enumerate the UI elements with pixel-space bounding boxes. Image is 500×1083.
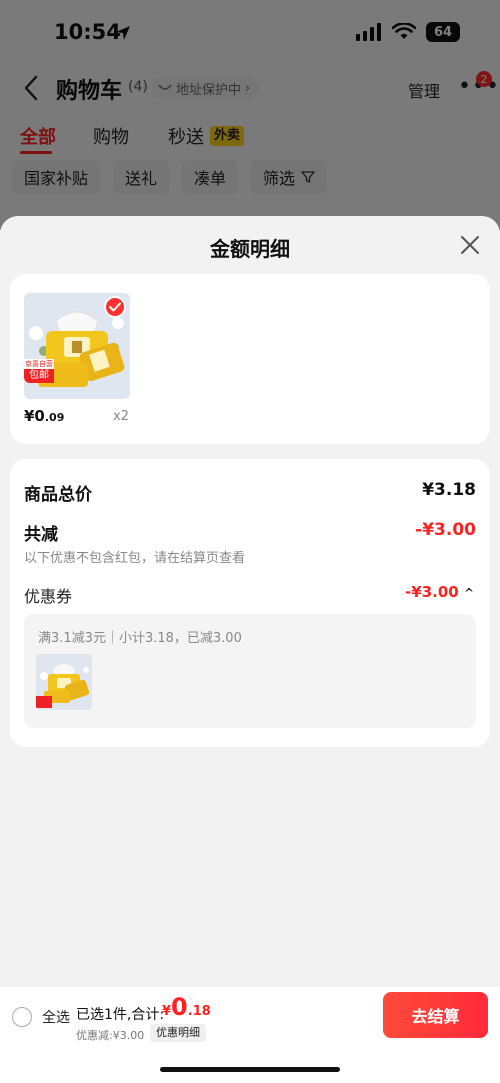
- home-indicator: [160, 1067, 340, 1072]
- discount-detail-button[interactable]: 优惠明细: [150, 1024, 206, 1042]
- goods-price-int: ¥0: [24, 407, 45, 425]
- goods-price: ¥0.09: [24, 407, 64, 425]
- goods-card: 京喜自营 包邮 ¥0.09 x2: [10, 274, 490, 444]
- total-price-value: ¥3.18: [422, 480, 476, 500]
- summary-card: 商品总价 ¥3.18 共减 -¥3.00 以下优惠不包含红包，请在结算页查看 优…: [10, 459, 490, 747]
- selected-check-icon[interactable]: [104, 296, 126, 318]
- total-price-label: 商品总价: [24, 485, 92, 505]
- coupon-value: -¥3.00: [405, 583, 459, 601]
- coupon-product-thumbnail: [36, 654, 92, 710]
- coupon-description: 满3.1减3元｜小计3.18，已减3.00: [38, 631, 242, 646]
- selected-summary: 已选1件,合计:: [76, 1007, 165, 1023]
- free-tag-bottom-label: 包邮: [29, 370, 49, 381]
- modal-overlay[interactable]: [0, 0, 500, 230]
- free-tag-top-label: 京喜自营: [24, 359, 54, 369]
- reduce-note: 以下优惠不包含红包，请在结算页查看: [24, 551, 246, 566]
- total-dec: .18: [187, 1004, 211, 1019]
- goods-price-dec: .09: [44, 411, 65, 424]
- select-all-label[interactable]: 全选: [42, 1007, 70, 1027]
- checkout-button[interactable]: 去结算: [383, 992, 488, 1038]
- goods-quantity: x2: [113, 409, 129, 424]
- thumb-free-tag: [36, 696, 52, 708]
- chevron-up-icon: ^: [463, 586, 474, 600]
- total-int: 0: [171, 993, 188, 1021]
- discount-summary: 优惠减:¥3.00: [76, 1029, 145, 1042]
- coupon-detail-box: 满3.1减3元｜小计3.18，已减3.00: [24, 614, 476, 728]
- total-currency: ¥: [162, 1004, 172, 1019]
- coupon-toggle[interactable]: -¥3.00 ^: [405, 583, 474, 601]
- sheet-title: 金额明细: [210, 237, 290, 261]
- price-detail-sheet: 金额明细 京喜自营 包邮 ¥0.09 x2 商品总价 ¥3.18 共减 -¥3.…: [0, 216, 500, 1083]
- reduce-label: 共减: [24, 525, 58, 545]
- select-all-radio[interactable]: [12, 1007, 32, 1027]
- coupon-label: 优惠券: [24, 587, 73, 606]
- total-amount: ¥0.18: [162, 993, 211, 1021]
- checkout-bar: 全选 已选1件,合计: ¥0.18 优惠减:¥3.00 优惠明细 去结算: [0, 987, 500, 1083]
- free-shipping-tag: 京喜自营 包邮: [24, 359, 54, 383]
- reduce-value: -¥3.00: [415, 520, 476, 540]
- close-icon[interactable]: [458, 233, 482, 257]
